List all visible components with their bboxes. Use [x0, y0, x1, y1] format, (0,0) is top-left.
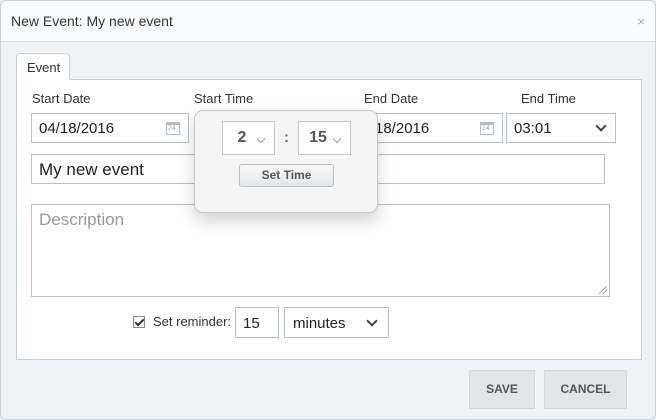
- start-date-label: Start Date: [32, 91, 91, 106]
- cancel-button[interactable]: CANCEL: [544, 370, 627, 409]
- start-date-value: 04/18/2016: [39, 120, 115, 137]
- end-time-value: 03:01: [514, 120, 552, 137]
- chevron-down-icon: [595, 120, 607, 132]
- hour-select[interactable]: 2: [222, 121, 275, 155]
- end-date-value: 18/2016: [375, 120, 430, 137]
- end-date-field[interactable]: 18/2016: [361, 113, 503, 143]
- start-date-field[interactable]: 04/18/2016: [31, 113, 189, 143]
- dialog-titlebar: New Event: My new event ×: [1, 1, 655, 42]
- tab-event[interactable]: Event: [16, 53, 70, 80]
- description-textarea[interactable]: Description: [31, 204, 610, 297]
- calendar-icon[interactable]: [166, 122, 180, 135]
- time-separator: :: [284, 129, 289, 146]
- start-time-label: Start Time: [194, 91, 254, 106]
- description-placeholder: Description: [39, 210, 125, 229]
- reminder-amount-input[interactable]: 15: [235, 307, 279, 338]
- close-icon[interactable]: ×: [637, 14, 645, 29]
- event-title-value: My new event: [39, 160, 144, 179]
- set-time-button[interactable]: Set Time: [239, 164, 334, 187]
- hour-value: 2: [237, 129, 247, 146]
- dialog-title: New Event: My new event: [11, 13, 173, 29]
- reminder-label: Set reminder:: [153, 314, 232, 329]
- end-date-label: End Date: [364, 91, 419, 106]
- calendar-icon[interactable]: [480, 122, 494, 135]
- save-button[interactable]: SAVE: [469, 370, 535, 409]
- minute-value: 15: [309, 129, 327, 146]
- reminder-amount-value: 15: [243, 315, 260, 332]
- end-time-label: End Time: [521, 91, 576, 106]
- reminder-checkbox[interactable]: [133, 316, 145, 328]
- time-picker-popover: 2 : 15 Set Time: [194, 110, 378, 213]
- reminder-unit-select[interactable]: minutes: [284, 307, 389, 338]
- end-time-select[interactable]: 03:01: [506, 113, 616, 143]
- resize-grip-icon[interactable]: [599, 286, 607, 294]
- reminder-unit-value: minutes: [293, 315, 346, 332]
- chevron-down-icon: [366, 315, 378, 327]
- new-event-dialog: New Event: My new event × Event Start Da…: [0, 0, 656, 420]
- minute-select[interactable]: 15: [298, 121, 351, 155]
